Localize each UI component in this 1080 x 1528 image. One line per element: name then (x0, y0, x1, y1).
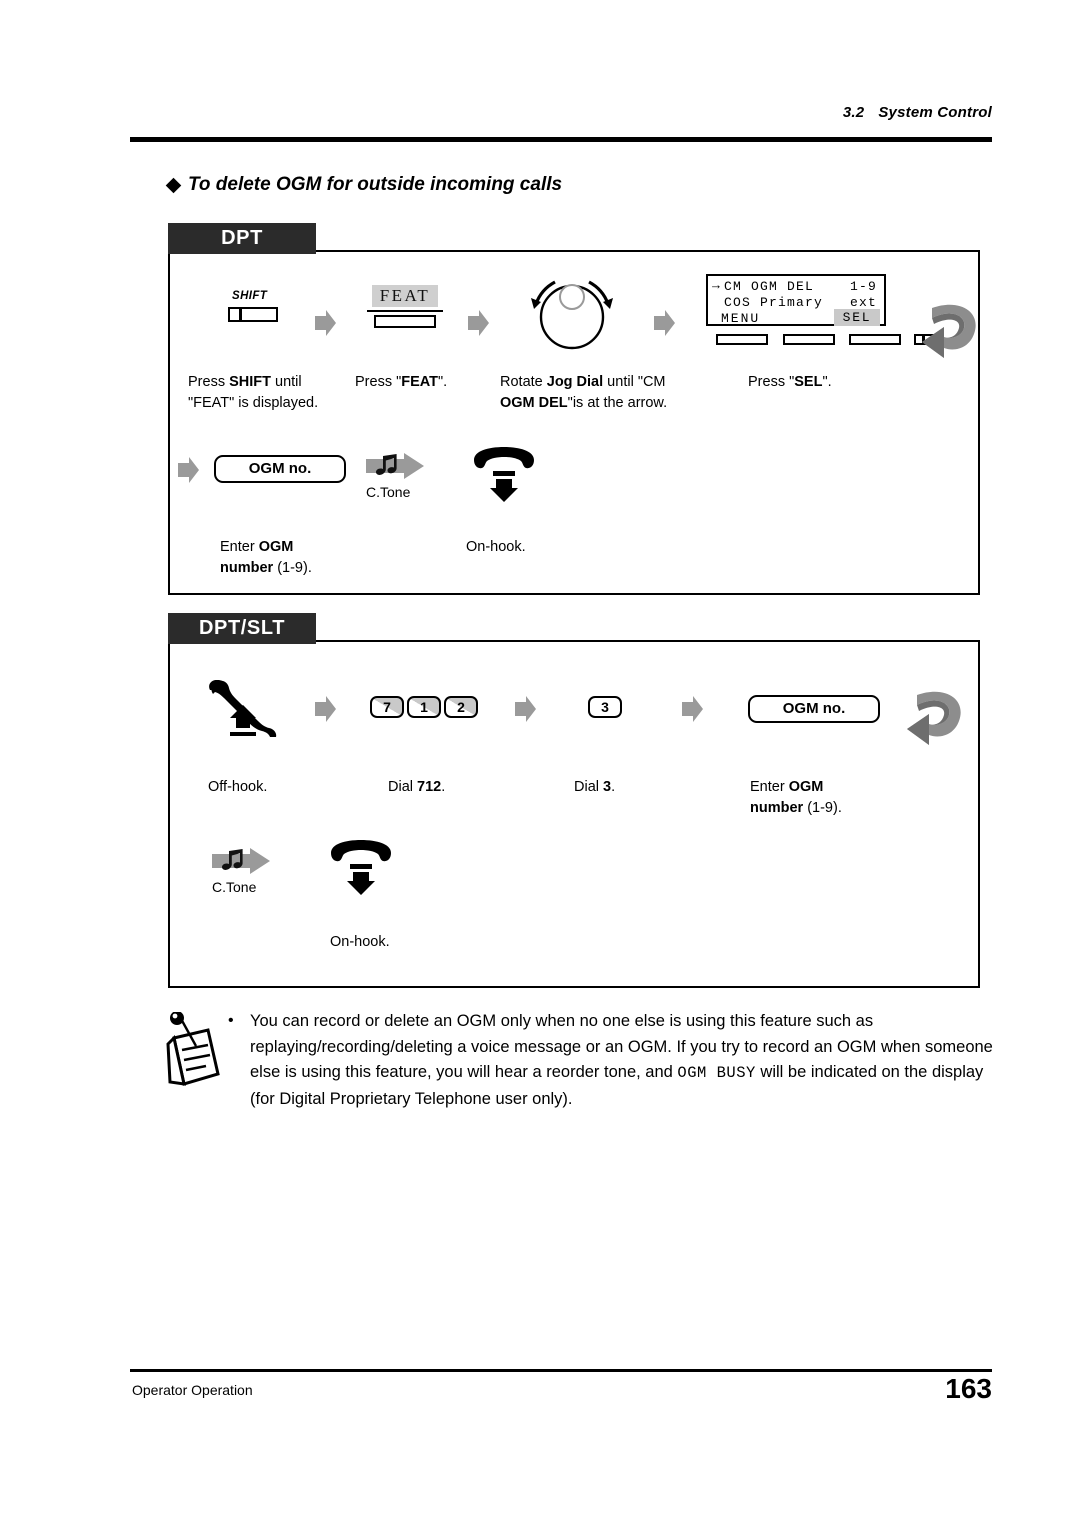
header-section-number: 3.2 (842, 104, 865, 121)
flow-arrow-icon (315, 696, 336, 722)
note-text: You can record or delete an OGM only whe… (250, 1012, 993, 1108)
step-caption-dial-3: Dial 3. (574, 779, 616, 795)
step-caption-enter-ogm-number: Enter OGM number (1-9). (750, 779, 842, 816)
lcd-display-icon: → CM OGM DEL 1-9 COS Primary ext MENU SE… (706, 274, 886, 326)
step-caption-on-hook: On-hook. (466, 539, 526, 555)
lcd-arrow-icon: → (712, 278, 722, 293)
ogm-number-pill-icon[interactable]: OGM no. (214, 455, 346, 483)
header-section-name: System Control (878, 104, 992, 121)
step-caption-press-shift: Press SHIFT until "FEAT" is displayed. (188, 374, 319, 411)
flow-arrow-icon (178, 457, 199, 483)
lcd-line1-left: CM OGM DEL (724, 279, 815, 294)
lcd-menu-label[interactable]: MENU (721, 311, 760, 326)
page-number: 163 (945, 1373, 992, 1404)
flow-arrow-icon (654, 310, 675, 336)
ogm-number-pill-icon[interactable]: OGM no. (748, 695, 880, 723)
wrap-arrow-icon (907, 691, 961, 745)
flow-arrow-icon (515, 696, 536, 722)
dial-key-3[interactable]: 3 (588, 696, 622, 718)
flow-arrow-icon (315, 310, 336, 336)
confirmation-tone-icon (212, 848, 270, 874)
feat-key-icon[interactable] (374, 315, 436, 328)
confirmation-tone-label: C.Tone (366, 484, 411, 500)
flow-arrow-icon (682, 696, 703, 722)
softkey-1[interactable] (716, 334, 768, 345)
footer-label: Operator Operation (132, 1382, 253, 1398)
on-hook-handset-icon (474, 447, 534, 502)
lcd-line2-right: ext (849, 295, 877, 310)
lcd-line1-right: 1-9 (849, 279, 877, 294)
note-memo-icon (166, 1012, 220, 1086)
step-caption-press-feat: Press "FEAT". (355, 374, 448, 390)
note-bullet: • (228, 1012, 234, 1029)
page-header: 3.2 System Control (843, 104, 992, 121)
confirmation-tone-icon (366, 453, 424, 479)
jog-dial-icon[interactable] (522, 264, 622, 352)
softkey-3[interactable] (849, 334, 901, 345)
dpt-procedure-panel: DPT SHIFT Press SHIFT until "FEAT" is di… (168, 223, 980, 595)
softkey-2[interactable] (783, 334, 835, 345)
page-title-text: To delete OGM for outside incoming calls (188, 174, 563, 195)
dptslt-procedure-panel: DPT/SLT Off-hook. 7 1 2 Dial 712. 3 Dial… (168, 613, 980, 988)
off-hook-handset-icon (209, 680, 277, 737)
flow-arrow-icon (468, 310, 489, 336)
step-caption-press-sel: Press "SEL". (748, 374, 832, 390)
lcd-sel-label[interactable]: SEL (834, 309, 880, 326)
confirmation-tone-label: C.Tone (212, 879, 257, 895)
step-caption-on-hook: On-hook. (330, 934, 390, 950)
feat-display-chip: FEAT (372, 285, 438, 307)
step-caption-rotate-jog-dial: Rotate Jog Dial until "CM OGM DEL"is at … (500, 374, 668, 411)
lcd-line2-left: COS Primary (724, 295, 824, 310)
step-caption-off-hook: Off-hook. (208, 779, 268, 795)
dial-key-2[interactable]: 2 (444, 696, 478, 718)
shift-key-icon[interactable] (228, 307, 278, 322)
wrap-arrow-icon (922, 304, 976, 358)
page-title: To delete OGM for outside incoming calls (165, 174, 563, 196)
step-caption-enter-ogm-number: Enter OGM number (1-9). (220, 539, 312, 576)
footer-divider (130, 1369, 992, 1372)
dial-key-7[interactable]: 7 (370, 696, 404, 718)
header-divider (130, 137, 992, 142)
dial-key-1[interactable]: 1 (407, 696, 441, 718)
diamond-bullet-icon (165, 177, 182, 194)
on-hook-handset-icon (331, 840, 391, 895)
dpt-panel-tab: DPT (168, 223, 316, 254)
dptslt-panel-tab: DPT/SLT (168, 613, 316, 644)
step-caption-dial-712: Dial 712. (388, 779, 446, 795)
shift-key-label: SHIFT (232, 290, 268, 302)
